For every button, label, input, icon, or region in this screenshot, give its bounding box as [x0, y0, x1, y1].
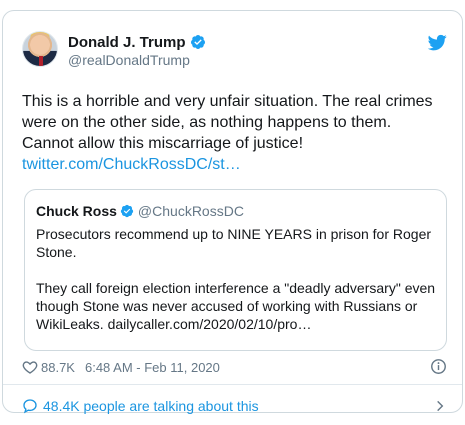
- author-row: Donald J. Trump: [68, 32, 206, 52]
- avatar[interactable]: [22, 31, 58, 67]
- divider: [3, 384, 462, 385]
- verified-badge-icon: [120, 204, 134, 218]
- quoted-tweet[interactable]: Chuck Ross @ChuckRossDC Prosecutors reco…: [24, 189, 447, 351]
- quote-header: Chuck Ross @ChuckRossDC: [36, 202, 244, 220]
- verified-badge-icon: [190, 35, 205, 49]
- twitter-bird-icon[interactable]: [428, 33, 447, 52]
- like-count[interactable]: 88.7K: [41, 360, 75, 375]
- tweet-header: Donald J. Trump @realDonaldTrump: [22, 31, 447, 71]
- tweet-body: This is a horrible and very unfair situa…: [22, 93, 433, 152]
- tweet-link[interactable]: twitter.com/ChuckRossDC/st…: [22, 156, 241, 173]
- tweet-meta: 88.7K 6:48 AM - Feb 11, 2020: [22, 357, 447, 377]
- author-handle[interactable]: @realDonaldTrump: [68, 52, 190, 68]
- quote-author-name: Chuck Ross: [36, 203, 117, 219]
- author-name[interactable]: Donald J. Trump: [68, 34, 186, 51]
- quote-author-handle: @ChuckRossDC: [137, 203, 244, 219]
- tweet-card[interactable]: Donald J. Trump @realDonaldTrump This is…: [2, 10, 463, 416]
- tweet-text: This is a horrible and very unfair situa…: [22, 91, 447, 175]
- talking-about-row[interactable]: 48.4K people are talking about this: [22, 396, 447, 416]
- quote-paragraph-2: They call foreign election interference …: [36, 280, 436, 332]
- talking-about-link[interactable]: 48.4K people are talking about this: [43, 398, 259, 414]
- timestamp[interactable]: 6:48 AM - Feb 11, 2020: [85, 360, 220, 375]
- heart-icon[interactable]: [22, 359, 38, 375]
- speech-bubble-icon: [23, 399, 37, 414]
- info-icon[interactable]: [430, 358, 447, 375]
- chevron-right-icon[interactable]: [433, 398, 447, 414]
- quote-paragraph-1: Prosecutors recommend up to NINE YEARS i…: [36, 226, 432, 260]
- quote-text: Prosecutors recommend up to NINE YEARS i…: [36, 225, 440, 333]
